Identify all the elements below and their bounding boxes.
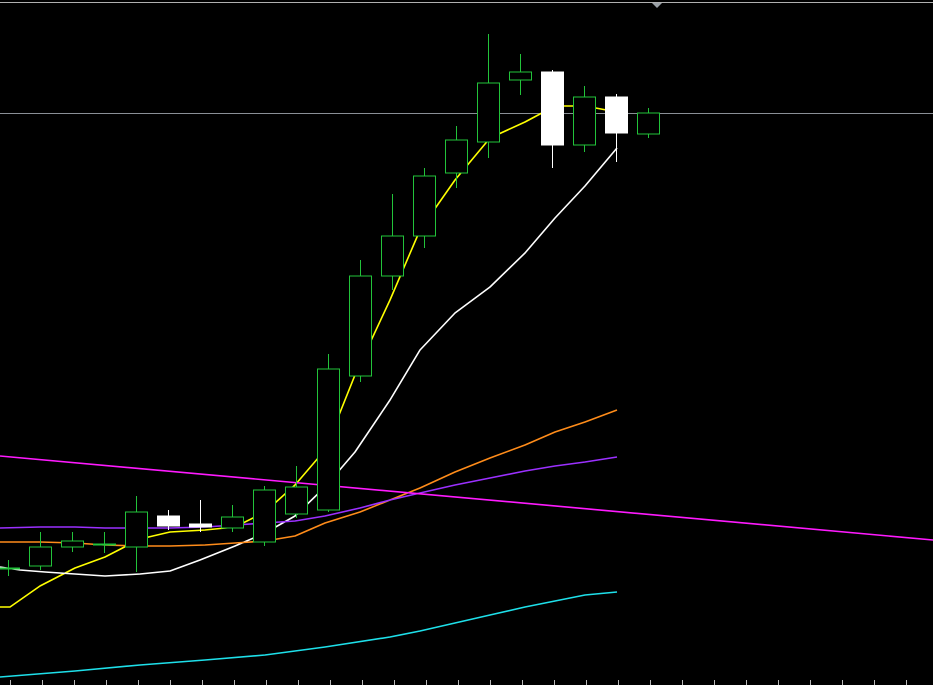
candle-body [381, 235, 404, 277]
candle-body [61, 540, 84, 548]
candle-body [477, 82, 500, 143]
candle [573, 86, 596, 152]
candle-body [413, 175, 436, 237]
candle [477, 34, 500, 158]
candle-body [509, 71, 532, 81]
candle [637, 108, 660, 138]
indicator-line-1 [0, 105, 618, 608]
candle [253, 486, 276, 546]
candle-body [637, 112, 660, 135]
candle-body [221, 516, 244, 529]
candle-body [605, 96, 628, 134]
indicator-line-3 [0, 409, 618, 547]
indicator-line-4 [0, 456, 618, 529]
candle [445, 126, 468, 188]
candle [381, 194, 404, 290]
indicator-line-2 [0, 147, 618, 577]
candle [93, 532, 116, 553]
candle [221, 505, 244, 532]
candle-body [253, 489, 276, 543]
candle-body [285, 486, 308, 515]
candle [317, 354, 340, 512]
candle-body [445, 139, 468, 174]
candle [125, 496, 148, 572]
scroll-marker-icon[interactable] [652, 3, 662, 8]
candle-body [189, 523, 212, 528]
time-axis [10, 680, 907, 685]
candle-body [349, 275, 372, 377]
candle-body [573, 96, 596, 146]
indicator-line-6 [0, 591, 618, 678]
candle-body [317, 368, 340, 511]
candle [541, 70, 564, 168]
candle [29, 532, 52, 570]
candle [349, 260, 372, 382]
candle-body [125, 511, 148, 548]
candlestick-chart [0, 2, 933, 685]
candles [0, 34, 660, 576]
candle [189, 500, 212, 532]
candle-body [157, 515, 180, 527]
candle [509, 54, 532, 95]
indicator-lines [0, 105, 933, 678]
candle [413, 168, 436, 248]
candle-body [93, 543, 116, 546]
candle [61, 532, 84, 552]
candle-body [0, 567, 20, 570]
candle-body [541, 71, 564, 146]
candle [157, 510, 180, 530]
candle [0, 560, 20, 576]
candle-body [29, 546, 52, 567]
candle [605, 94, 628, 162]
